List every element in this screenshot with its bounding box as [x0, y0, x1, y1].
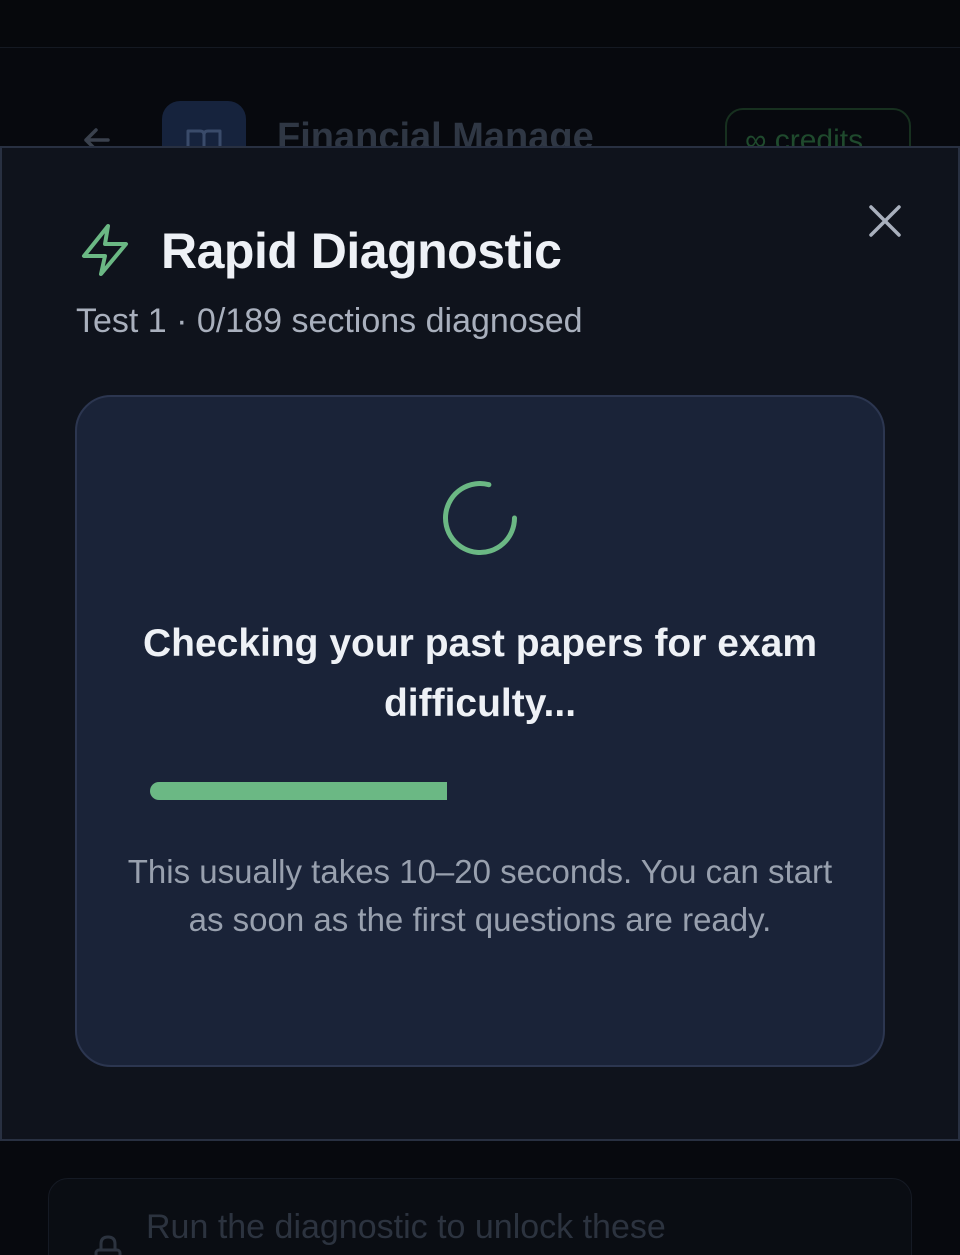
loading-spinner-icon	[436, 474, 524, 562]
locked-section-message: Run the diagnostic to unlock these	[146, 1208, 666, 1246]
lock-icon	[88, 1232, 128, 1255]
modal-subtitle: Test 1 · 0/189 sections diagnosed	[76, 302, 583, 340]
modal-title: Rapid Diagnostic	[161, 223, 562, 279]
page: Financial Manage ∞ credits Run the diagn…	[0, 0, 960, 1255]
top-bar	[0, 0, 960, 48]
progress-bar	[150, 782, 810, 800]
status-note: This usually takes 10–20 seconds. You ca…	[127, 853, 833, 938]
status-heading: Checking your past papers for exam diffi…	[142, 622, 818, 725]
bolt-icon	[78, 222, 132, 278]
progress-bar-fill	[150, 782, 447, 800]
close-icon	[869, 205, 901, 237]
close-button[interactable]	[862, 198, 908, 244]
